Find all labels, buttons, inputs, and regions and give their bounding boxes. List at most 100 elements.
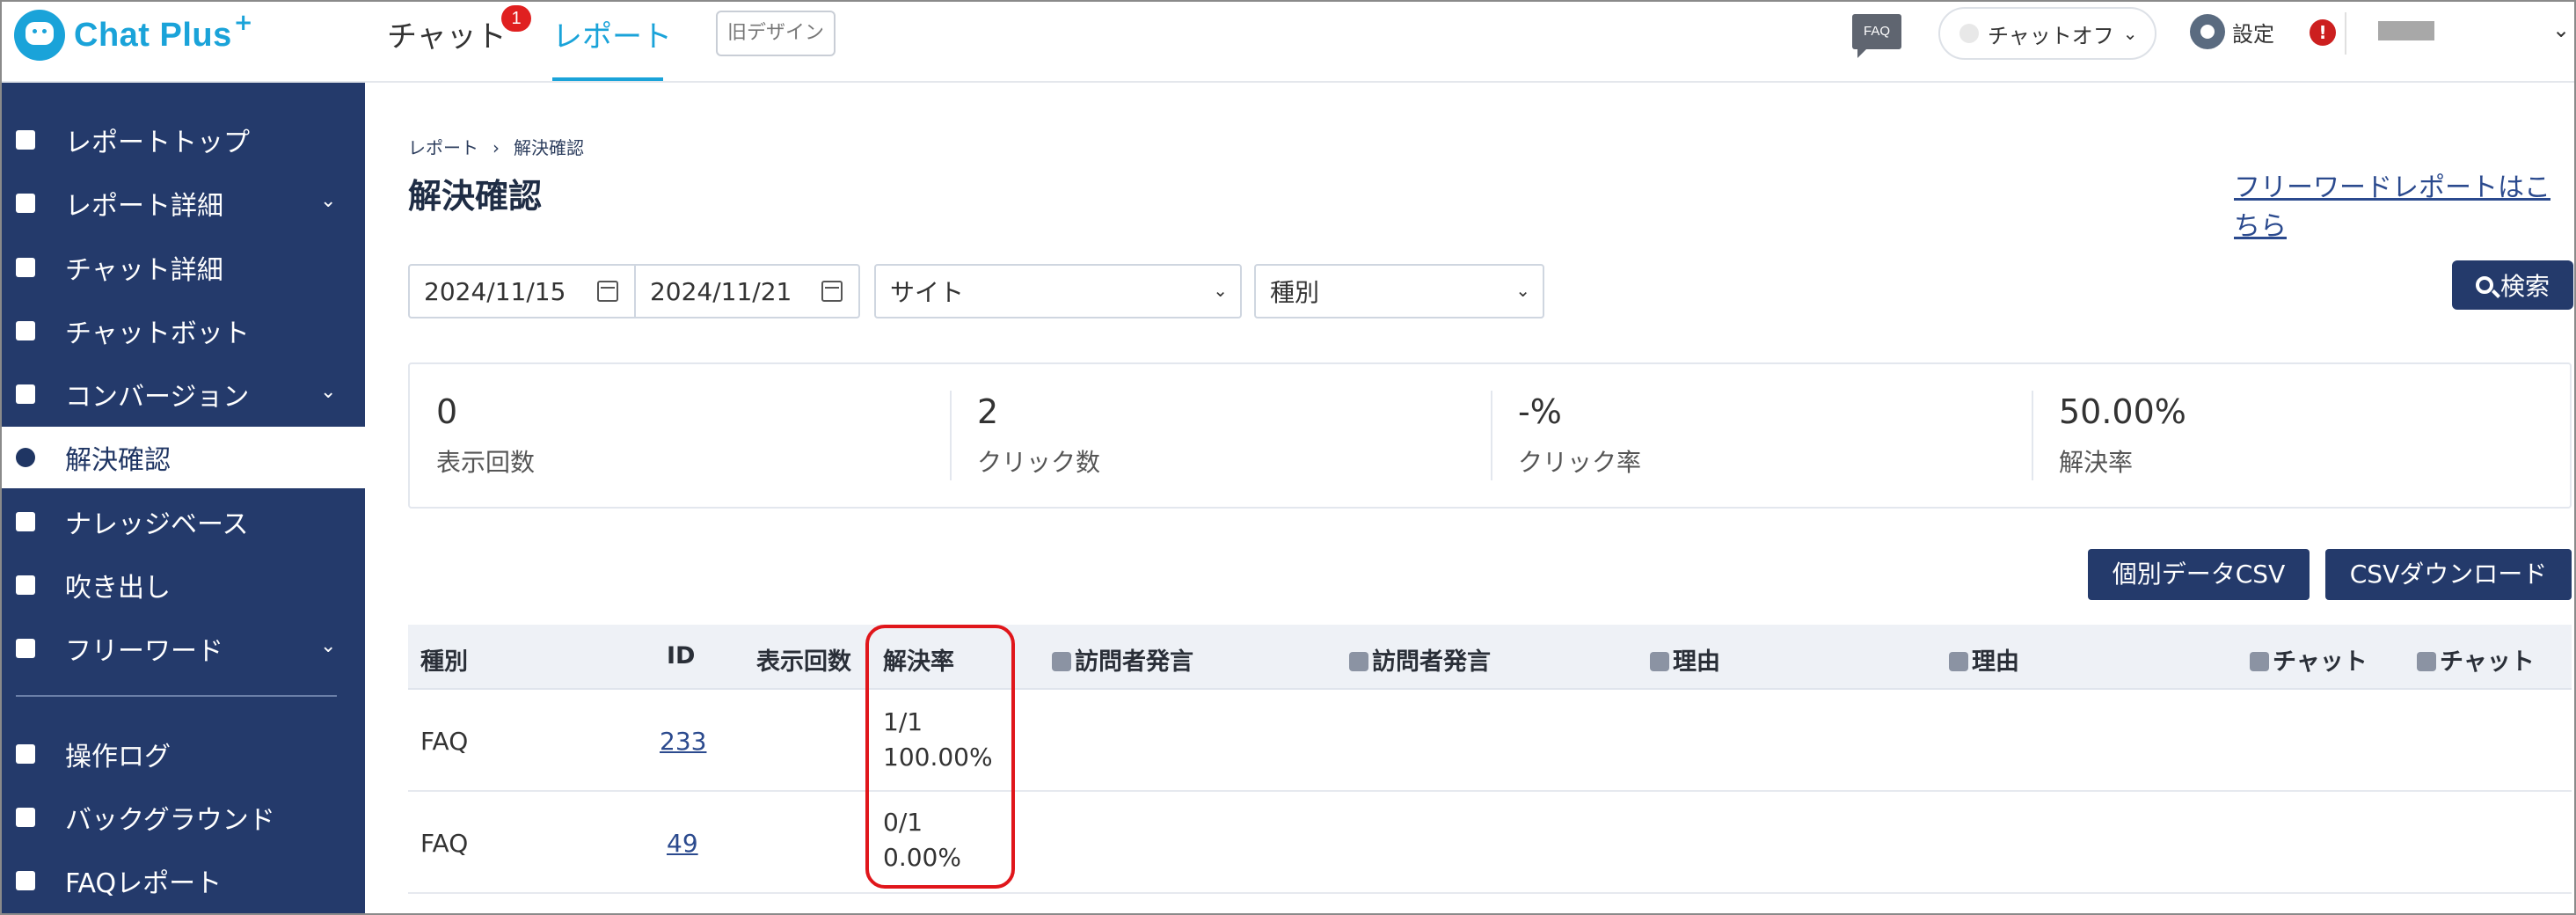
breadcrumb: レポート › 解決確認 bbox=[408, 134, 584, 159]
sidebar-item-label: コンバージョン bbox=[65, 382, 250, 413]
sidebar-item-speech-bubble[interactable]: 吹き出し bbox=[2, 554, 365, 616]
search-icon bbox=[2475, 276, 2493, 294]
table-row: FAQ 49 0/1 0.00% bbox=[408, 794, 2572, 894]
stat-value: 50.00% bbox=[2059, 392, 2186, 431]
column-header-chat-bad[interactable]: チャット bbox=[2417, 642, 2535, 677]
thumbs-up-icon bbox=[1650, 652, 1669, 671]
speech-bubble-icon bbox=[16, 575, 35, 595]
old-design-button[interactable]: 旧デザイン bbox=[716, 11, 836, 56]
tab-report[interactable]: レポート bbox=[552, 12, 672, 55]
sidebar-item-resolution[interactable]: 解決確認 bbox=[2, 427, 365, 488]
stat-views: 0 表示回数 bbox=[410, 364, 951, 507]
page-title: 解決確認 bbox=[408, 177, 543, 216]
site-select[interactable]: サイト ⌄ bbox=[874, 264, 1242, 318]
sidebar-item-label: ナレッジベース bbox=[65, 509, 249, 540]
date-from-field[interactable]: 2024/11/15 bbox=[410, 266, 634, 317]
chevron-down-icon: ⌄ bbox=[320, 381, 337, 403]
column-header-visitor-good[interactable]: 訪問者発言 bbox=[1052, 642, 1193, 677]
sidebar-item-label: レポートトップ bbox=[65, 128, 250, 158]
table-header: 種別 ID 表示回数 解決率 訪問者発言 訪問者発言 理由 理由 チャット チャ… bbox=[408, 625, 2572, 690]
sidebar: レポートトップ レポート詳細 ⌄ チャット詳細 チャットボット コンバージョン … bbox=[2, 83, 365, 913]
sidebar-item-chat-detail[interactable]: チャット詳細 bbox=[2, 237, 365, 298]
thumbs-down-icon bbox=[1949, 652, 1968, 671]
chevron-down-icon: ⌄ bbox=[320, 190, 337, 212]
chevron-down-icon: ⌄ bbox=[2122, 23, 2138, 44]
individual-csv-button[interactable]: 個別データCSV bbox=[2088, 549, 2310, 600]
column-header-chat-good[interactable]: チャット bbox=[2250, 642, 2368, 677]
stat-label: 解決率 bbox=[2059, 448, 2134, 477]
sidebar-item-label: バックグラウンド bbox=[65, 805, 275, 836]
user-avatar[interactable] bbox=[2378, 21, 2434, 40]
column-header-reason-good[interactable]: 理由 bbox=[1650, 642, 1720, 677]
calendar-icon bbox=[821, 281, 843, 302]
logo[interactable]: Chat Plus + bbox=[14, 9, 253, 62]
column-header-visitor-bad[interactable]: 訪問者発言 bbox=[1349, 642, 1491, 677]
column-header-label: 理由 bbox=[1972, 648, 2019, 676]
background-icon bbox=[16, 808, 35, 827]
sidebar-item-chatbot[interactable]: チャットボット bbox=[2, 300, 365, 362]
cell-id-link[interactable]: 49 bbox=[667, 829, 698, 858]
settings-button[interactable]: 設定 bbox=[2190, 14, 2274, 49]
column-header-views[interactable]: 表示回数 bbox=[756, 642, 851, 677]
column-header-id[interactable]: ID bbox=[667, 642, 695, 670]
free-word-report-link[interactable]: フリーワードレポートはこちら bbox=[2234, 165, 2574, 243]
sidebar-item-free-word[interactable]: フリーワード ⌄ bbox=[2, 618, 365, 679]
kind-select-value: 種別 bbox=[1270, 278, 1320, 307]
faq-icon[interactable]: FAQ bbox=[1852, 14, 1901, 58]
cell-kind: FAQ bbox=[420, 829, 469, 858]
abc-icon bbox=[16, 639, 35, 658]
sidebar-item-label: フリーワード bbox=[65, 636, 223, 667]
chevron-down-icon: ⌄ bbox=[1213, 280, 1228, 301]
settings-label: 設定 bbox=[2232, 21, 2274, 47]
logo-text: Chat Plus bbox=[74, 16, 232, 54]
header-divider bbox=[2345, 12, 2346, 55]
chat-bubbles-icon bbox=[16, 258, 35, 277]
resolution-rate-highlight-box bbox=[865, 625, 1015, 889]
sidebar-item-knowledge-base[interactable]: ナレッジベース bbox=[2, 491, 365, 553]
column-header-kind[interactable]: 種別 bbox=[420, 642, 468, 677]
date-to-field[interactable]: 2024/11/21 bbox=[633, 266, 858, 317]
stats-panel: 0 表示回数 2 クリック数 -% クリック率 50.00% 解決率 bbox=[408, 362, 2572, 509]
alert-icon[interactable]: ! bbox=[2310, 19, 2336, 46]
stat-label: クリック数 bbox=[977, 448, 1101, 477]
sidebar-item-label: 解決確認 bbox=[65, 445, 171, 476]
column-header-reason-bad[interactable]: 理由 bbox=[1949, 642, 2019, 677]
breadcrumb-separator: › bbox=[493, 137, 500, 158]
sidebar-item-label: チャットボット bbox=[65, 318, 250, 349]
column-header-label: チャット bbox=[2440, 648, 2535, 676]
logo-plus: + bbox=[233, 10, 253, 36]
stat-value: -% bbox=[1518, 392, 1562, 431]
date-from-value: 2024/11/15 bbox=[424, 276, 566, 306]
sidebar-item-background[interactable]: バックグラウンド bbox=[2, 787, 365, 848]
sidebar-item-conversion[interactable]: コンバージョン ⌄ bbox=[2, 363, 365, 425]
cell-id-link[interactable]: 233 bbox=[660, 727, 706, 756]
cell-kind: FAQ bbox=[420, 727, 469, 756]
calendar-icon bbox=[596, 281, 618, 302]
bot-icon bbox=[16, 321, 35, 340]
tab-chat[interactable]: チャット bbox=[387, 12, 507, 55]
star-icon bbox=[16, 384, 35, 404]
date-range-picker: 2024/11/15 2024/11/21 bbox=[408, 264, 860, 318]
sidebar-item-label: 操作ログ bbox=[65, 742, 171, 772]
stat-resolution-rate: 50.00% 解決率 bbox=[2032, 364, 2573, 507]
search-button[interactable]: 検索 bbox=[2452, 260, 2573, 310]
search-button-label: 検索 bbox=[2499, 272, 2550, 301]
logo-mark-icon bbox=[14, 10, 65, 61]
sidebar-item-report-detail[interactable]: レポート詳細 ⌄ bbox=[2, 172, 365, 234]
sidebar-item-faq-report[interactable]: FAQレポート bbox=[2, 850, 365, 911]
thumbs-up-icon bbox=[1052, 652, 1071, 671]
kind-select[interactable]: 種別 ⌄ bbox=[1254, 264, 1544, 318]
chat-notification-badge: 1 bbox=[501, 5, 531, 32]
stat-label: 表示回数 bbox=[436, 448, 536, 477]
user-menu-chevron-icon[interactable]: ⌄ bbox=[2552, 18, 2570, 42]
csv-download-button[interactable]: CSVダウンロード bbox=[2325, 549, 2572, 600]
breadcrumb-report[interactable]: レポート bbox=[408, 137, 478, 158]
sidebar-item-operation-log[interactable]: 操作ログ bbox=[2, 723, 365, 785]
gear-icon bbox=[2190, 14, 2225, 49]
chat-status-dropdown[interactable]: チャットオフ ⌄ bbox=[1938, 7, 2156, 60]
sidebar-item-report-top[interactable]: レポートトップ bbox=[2, 109, 365, 171]
chat-status-label: チャットオフ bbox=[1988, 23, 2114, 48]
stat-value: 0 bbox=[436, 392, 458, 431]
chevron-down-icon: ⌄ bbox=[320, 635, 337, 657]
stat-clicks: 2 クリック数 bbox=[951, 364, 1492, 507]
